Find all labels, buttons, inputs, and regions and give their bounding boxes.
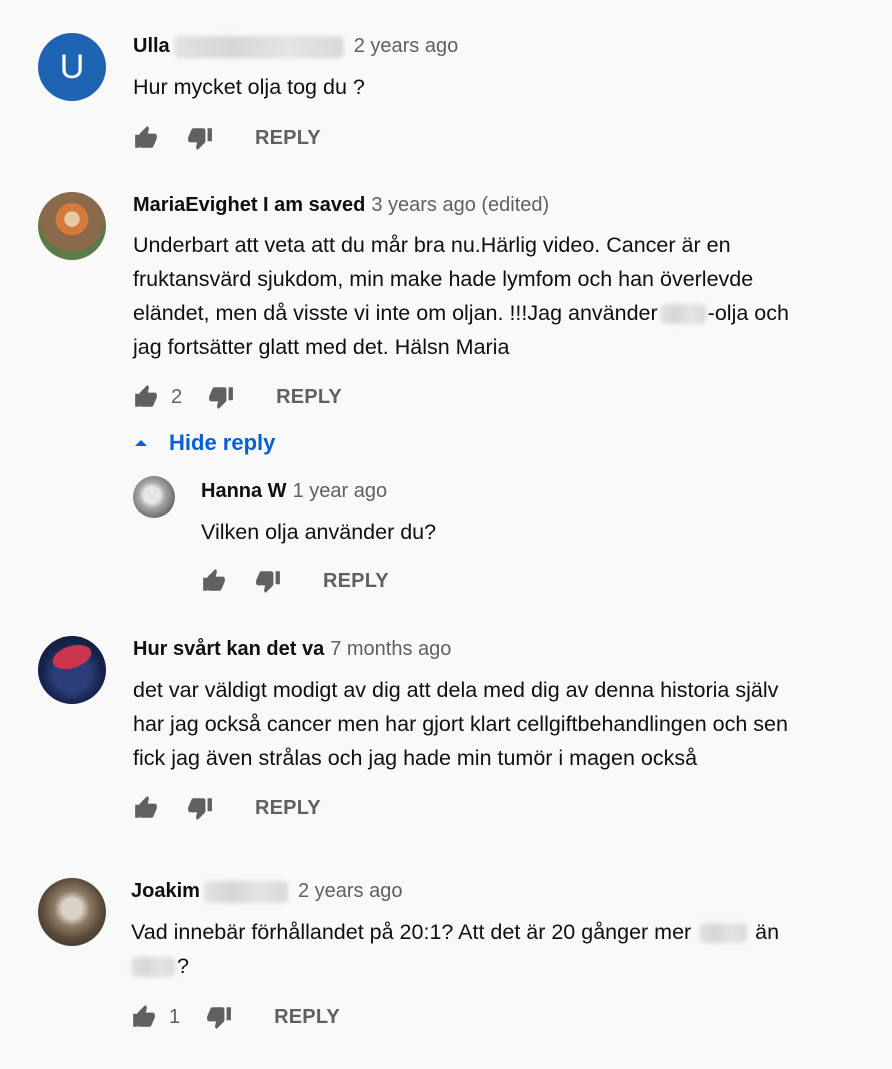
- comment-line-part: Vad innebär förhållandet på 20:1? Att de…: [131, 920, 692, 944]
- redacted-surname: [173, 35, 344, 58]
- avatar[interactable]: U: [38, 33, 106, 101]
- comment-line: ?: [131, 949, 779, 983]
- reply-text: Vilken olja använder du?: [201, 515, 436, 549]
- hide-reply-toggle[interactable]: Hide reply: [133, 430, 275, 456]
- thumb-up-icon[interactable]: [131, 1004, 157, 1030]
- redacted-word: [131, 957, 175, 978]
- comment-line: det var väldigt modigt av dig att dela m…: [133, 678, 779, 702]
- avatar-letter: U: [59, 47, 85, 86]
- reply-button[interactable]: REPLY: [276, 386, 342, 409]
- avatar[interactable]: [38, 192, 106, 260]
- redacted-word: [699, 923, 748, 944]
- thumb-up-icon[interactable]: [133, 795, 159, 821]
- reply-button[interactable]: REPLY: [274, 1006, 340, 1029]
- comment-line: jag fortsätter glatt med det. Hälsn Mari…: [133, 335, 510, 359]
- comment-line-part: ?: [177, 954, 189, 978]
- thumb-down-icon[interactable]: [206, 1004, 232, 1030]
- comment-line: Vad innebär förhållandet på 20:1? Att de…: [131, 915, 779, 949]
- redacted-surname: [203, 880, 288, 903]
- avatar[interactable]: [133, 476, 175, 518]
- comment-line: fruktansvärd sjukdom, min make hade lymf…: [133, 267, 754, 291]
- thumb-up-icon[interactable]: [133, 125, 159, 151]
- comment-time[interactable]: 7 months ago: [330, 638, 451, 661]
- hide-reply-label: Hide reply: [169, 430, 276, 455]
- reply-button[interactable]: REPLY: [255, 797, 321, 820]
- comment-line-part: än: [755, 920, 780, 944]
- avatar[interactable]: [38, 636, 106, 704]
- comment-author[interactable]: Ulla: [133, 35, 170, 58]
- thumb-down-icon[interactable]: [208, 384, 234, 410]
- comment-text: Hur mycket olja tog du ?: [133, 70, 365, 104]
- comment-author[interactable]: Hur svårt kan det va: [133, 638, 324, 661]
- comment-line: Hur mycket olja tog du ?: [133, 75, 365, 99]
- chevron-up-icon: [135, 440, 147, 446]
- reply-line: Vilken olja använder du?: [201, 520, 437, 544]
- comment-time[interactable]: 2 years ago: [354, 35, 459, 58]
- redacted-word: [659, 304, 706, 325]
- comment-line: eländet, men då visste vi inte om oljan.…: [133, 296, 789, 330]
- comment-text: det var väldigt modigt av dig att dela m…: [133, 673, 788, 775]
- comment-author[interactable]: MariaEvighet I am saved: [133, 194, 365, 217]
- reply-button[interactable]: REPLY: [323, 570, 389, 593]
- comment-line-part: eländet, men då visste vi inte om oljan.…: [133, 301, 658, 325]
- comment-author[interactable]: Joakim: [131, 880, 200, 903]
- like-count: 1: [169, 1005, 181, 1028]
- comment-line: har jag också cancer men har gjort klart…: [133, 712, 788, 736]
- comment-time[interactable]: 2 years ago: [298, 880, 403, 903]
- avatar[interactable]: [38, 878, 106, 946]
- reply-author[interactable]: Hanna W: [201, 480, 287, 503]
- thumb-down-icon[interactable]: [187, 795, 213, 821]
- comment-line: fick jag även strålas och jag hade min t…: [133, 746, 698, 770]
- comment-time[interactable]: 3 years ago (edited): [371, 194, 549, 217]
- thumb-down-icon[interactable]: [187, 125, 213, 151]
- thumb-up-icon[interactable]: [133, 384, 159, 410]
- avatar-badge: [49, 640, 95, 674]
- thumb-up-icon[interactable]: [201, 568, 227, 594]
- thumb-down-icon[interactable]: [255, 568, 281, 594]
- reply-button[interactable]: REPLY: [255, 127, 321, 150]
- reply-time[interactable]: 1 year ago: [293, 480, 388, 503]
- comment-text: Underbart att veta att du mår bra nu.Här…: [133, 228, 789, 364]
- comment-line: Underbart att veta att du mår bra nu.Här…: [133, 233, 731, 257]
- comment-text: Vad innebär förhållandet på 20:1? Att de…: [131, 915, 779, 983]
- comment-line-part: -olja och: [707, 301, 789, 325]
- like-count: 2: [171, 385, 183, 408]
